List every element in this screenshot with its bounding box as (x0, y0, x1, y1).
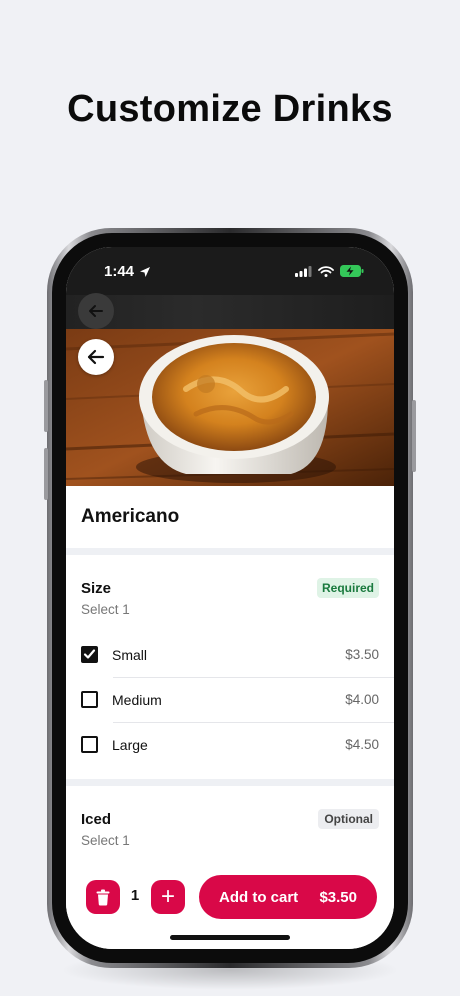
back-button[interactable] (78, 339, 114, 375)
cart-total-price: $3.50 (319, 888, 357, 906)
battery-charging-icon (340, 265, 364, 277)
phone-screen: 1:44 Americano Size Required Select 1 Sm… (66, 247, 394, 949)
required-badge: Required (316, 578, 379, 598)
status-bar: 1:44 (66, 247, 394, 329)
faded-back-icon (78, 293, 114, 329)
size-option-small[interactable]: Small $3.50 (81, 632, 379, 677)
option-label: Large (112, 736, 148, 753)
iced-section-title: Iced (81, 810, 112, 828)
home-indicator (170, 935, 290, 940)
size-section-subtitle: Select 1 (81, 602, 130, 617)
back-arrow-icon (87, 349, 105, 365)
option-price: $4.00 (345, 692, 379, 707)
plus-icon: + (160, 883, 175, 910)
trash-icon (96, 889, 110, 906)
side-button-right (412, 400, 416, 472)
signal-icon (295, 265, 312, 277)
status-icons (295, 265, 364, 277)
wifi-icon (318, 265, 334, 277)
side-button-left (44, 380, 48, 432)
size-section-header: Size Required (81, 578, 379, 598)
product-title: Americano (81, 506, 180, 527)
size-section-title: Size (81, 579, 112, 597)
header-backdrop (66, 295, 394, 329)
iced-section-subtitle: Select 1 (81, 833, 130, 848)
checkbox-unchecked[interactable] (81, 691, 98, 708)
side-button-left (44, 448, 48, 500)
add-to-cart-label: Add to cart (219, 888, 299, 906)
option-price: $3.50 (345, 647, 379, 662)
size-option-medium[interactable]: Medium $4.00 (81, 677, 379, 722)
add-to-cart-button[interactable]: Add to cart $3.50 (199, 875, 377, 919)
page-headline: Customize Drinks (67, 88, 393, 130)
status-time-text: 1:44 (104, 263, 135, 280)
product-image (66, 329, 394, 486)
delete-button[interactable] (86, 880, 120, 914)
checkmark-icon (83, 649, 96, 659)
status-time: 1:44 (104, 263, 151, 280)
option-label: Medium (112, 691, 162, 708)
option-label: Small (112, 646, 148, 663)
iced-section-header: Iced Optional (81, 809, 379, 829)
checkbox-checked[interactable] (81, 646, 98, 663)
quantity-value: 1 (130, 887, 140, 904)
size-option-large[interactable]: Large $4.50 (81, 722, 379, 767)
increase-quantity-button[interactable]: + (151, 880, 185, 914)
section-separator (66, 548, 394, 555)
optional-badge: Optional (318, 809, 379, 829)
option-price: $4.50 (345, 737, 379, 752)
location-arrow-icon (140, 266, 151, 277)
product-title-row: Americano (66, 486, 394, 548)
checkbox-unchecked[interactable] (81, 736, 98, 753)
section-separator (66, 779, 394, 786)
